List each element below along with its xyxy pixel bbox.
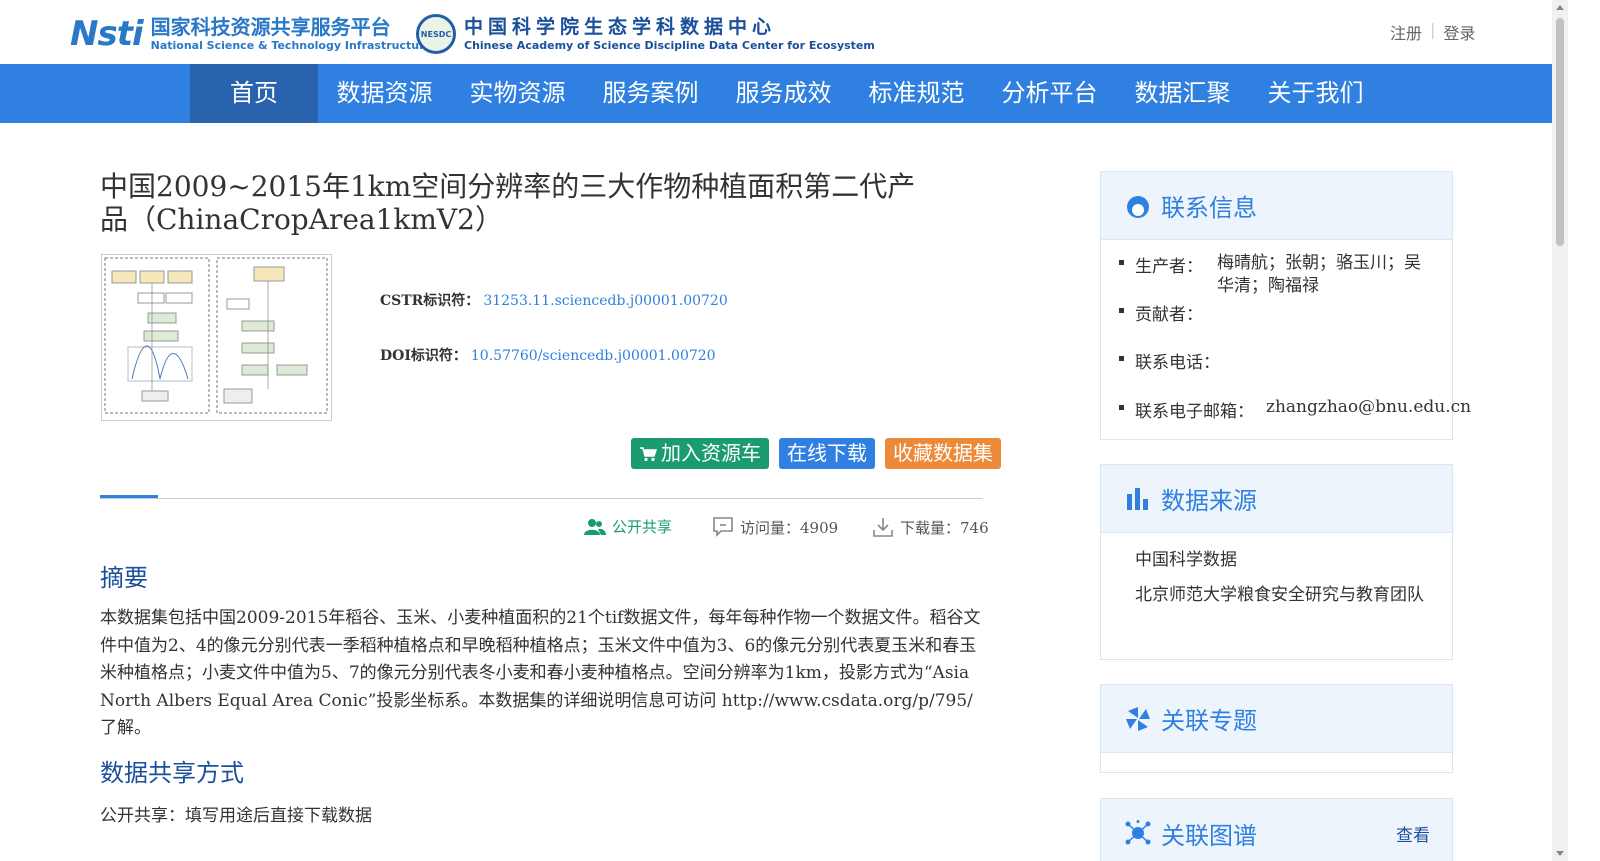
data-source-item: 中国科学数据 [1135, 550, 1237, 570]
related-graph-card-title: 关联图谱 [1161, 821, 1257, 850]
doi-identifier: DOI标识符： 10.57760/sciencedb.j00001.00720 [380, 345, 716, 365]
related-graph-card: 关联图谱 查看 [1100, 798, 1453, 861]
dataset-thumbnail[interactable] [101, 254, 332, 421]
nesdc-seal-icon: NESDC [416, 14, 456, 54]
platform-name-cn: 国家科技资源共享服务平台 [150, 15, 391, 39]
nav-item[interactable]: 关于我们 [1249, 64, 1382, 123]
contributor-row: 贡献者： [1119, 300, 1203, 325]
downloads-stat: 下载量：746 [872, 516, 989, 538]
sharing-heading: 数据共享方式 [100, 759, 244, 787]
add-to-cart-button[interactable]: 加入资源车 [631, 438, 769, 469]
contact-card-header: 联系信息 [1101, 172, 1452, 240]
related-topic-card-header: 关联专题 [1101, 685, 1452, 753]
nesdc-logo[interactable]: NESDC 中国科学院生态学科数据中心 Chinese Academy of S… [416, 14, 875, 54]
section-tab-bar [100, 495, 983, 499]
phone-label: 联系电话： [1135, 353, 1220, 373]
dataset-title: 中国2009~2015年1km空间分辨率的三大作物种植面积第二代产品（China… [100, 170, 916, 236]
nav-item[interactable]: 标准规范 [850, 64, 983, 123]
sharing-text: 公开共享：填写用途后直接下载数据 [100, 806, 372, 826]
data-source-card-title: 数据来源 [1161, 487, 1257, 515]
data-source-card-header: 数据来源 [1101, 465, 1452, 533]
cart-icon [640, 447, 658, 462]
data-source-card: 数据来源 中国科学数据 北京师范大学粮食安全研究与教育团队 [1100, 464, 1453, 660]
nav-item[interactable]: 数据资源 [318, 64, 451, 123]
abstract-text: 本数据集包括中国2009-2015年稻谷、玉米、小麦种植面积的21个tif数据文… [100, 608, 981, 738]
main-nav: 首页 数据资源 实物资源 服务案例 服务成效 标准规范 分析平台 数据汇聚 关于我们 [0, 64, 1552, 123]
scroll-up-arrow-icon[interactable] [1556, 5, 1564, 10]
online-download-button[interactable]: 在线下载 [779, 438, 875, 469]
bullet [1119, 356, 1124, 361]
email-label: 联系电子邮箱： [1135, 402, 1254, 422]
related-topic-card: 关联专题 [1100, 684, 1453, 773]
visits-count: 访问量：4909 [740, 518, 839, 537]
cstr-label: CSTR标识符： [380, 293, 480, 309]
doi-label: DOI标识符： [380, 348, 467, 364]
action-buttons: 加入资源车 在线下载 收藏数据集 [631, 438, 1001, 469]
top-header: Nsti 国家科技资源共享服务平台 National Science & Tec… [0, 0, 1552, 64]
scroll-down-arrow-icon[interactable] [1556, 851, 1564, 856]
center-name-cn: 中国科学院生态学科数据中心 [464, 16, 777, 38]
nav-item[interactable]: 首页 [190, 64, 318, 123]
contact-card: 联系信息 生产者： 梅晴航；张朝；骆玉川；吴 华清；陶福禄 贡献者： 联系电话：… [1100, 171, 1471, 440]
nav-item[interactable]: 分析平台 [983, 64, 1116, 123]
bullet [1119, 405, 1124, 410]
auth-links: 注册 | 登录 [1390, 20, 1475, 44]
page-scrollbar[interactable] [1552, 0, 1568, 861]
favorite-dataset-button[interactable]: 收藏数据集 [885, 438, 1001, 469]
producer-value: 梅晴航；张朝；骆玉川；吴 华清；陶福禄 [1217, 253, 1421, 296]
comment-icon [713, 517, 733, 537]
nav-item[interactable]: 服务成效 [717, 64, 850, 123]
related-graph-card-header: 关联图谱 查看 [1101, 799, 1452, 861]
share-mode-label: 公开共享 [612, 518, 673, 536]
contact-person-icon [1127, 195, 1149, 218]
platform-name-en: National Science & Technology Infrastruc… [150, 39, 432, 52]
scrollbar-thumb[interactable] [1556, 18, 1564, 246]
topic-pinwheel-icon [1126, 706, 1150, 731]
nav-item[interactable]: 实物资源 [451, 64, 584, 123]
cstr-identifier: CSTR标识符： 31253.11.sciencedb.j00001.00720 [380, 290, 728, 310]
data-source-item: 北京师范大学粮食安全研究与教育团队 [1135, 585, 1424, 605]
auth-divider: | [1430, 20, 1436, 39]
bar-chart-icon [1127, 487, 1148, 510]
cstr-link[interactable]: 31253.11.sciencedb.j00001.00720 [483, 293, 727, 309]
producer-label: 生产者： [1135, 257, 1203, 277]
downloads-count: 下载量：746 [900, 518, 989, 537]
visits-stat: 访问量：4909 [712, 516, 838, 538]
active-tab-indicator[interactable] [100, 495, 158, 498]
email-value[interactable]: zhangzhao@bnu.edu.cn [1266, 397, 1471, 422]
cstr-platform-logo[interactable]: Nsti 国家科技资源共享服务平台 National Science & Tec… [70, 14, 432, 54]
add-to-cart-label: 加入资源车 [661, 441, 761, 465]
contributor-label: 贡献者： [1135, 305, 1203, 325]
center-name-en: Chinese Academy of Science Discipline Da… [464, 39, 875, 52]
contact-card-title: 联系信息 [1161, 194, 1257, 222]
email-row: 联系电子邮箱： zhangzhao@bnu.edu.cn [1119, 397, 1471, 422]
register-link[interactable]: 注册 [1390, 20, 1422, 44]
nsti-logo-mark: Nsti [70, 14, 144, 54]
nav-item[interactable]: 服务案例 [584, 64, 717, 123]
network-graph-icon [1125, 820, 1151, 845]
doi-link[interactable]: 10.57760/sciencedb.j00001.00720 [471, 348, 716, 364]
view-graph-link[interactable]: 查看 [1396, 821, 1430, 846]
nav-item[interactable]: 数据汇聚 [1116, 64, 1249, 123]
share-mode-stat: 公开共享 [584, 516, 672, 537]
bullet [1119, 260, 1124, 265]
download-icon [873, 518, 893, 537]
users-icon [584, 518, 606, 535]
phone-row: 联系电话： [1119, 348, 1220, 373]
producer-row: 生产者： 梅晴航；张朝；骆玉川；吴 华清；陶福禄 [1119, 252, 1427, 298]
login-link[interactable]: 登录 [1443, 20, 1475, 44]
related-topic-card-title: 关联专题 [1161, 707, 1257, 735]
abstract-heading: 摘要 [100, 564, 148, 592]
bullet [1119, 308, 1124, 313]
